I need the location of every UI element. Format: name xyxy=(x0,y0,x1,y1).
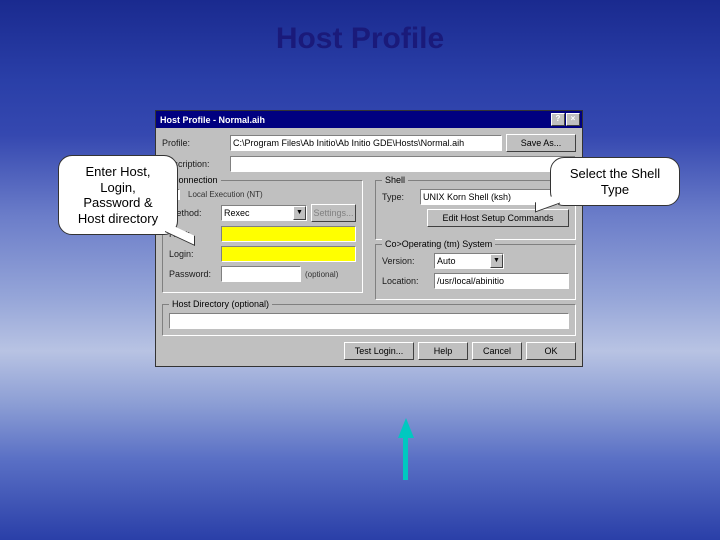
version-select[interactable]: Auto ▼ xyxy=(434,253,504,269)
save-as-button[interactable]: Save As... xyxy=(506,134,576,152)
dialog-title: Host Profile - Normal.aih xyxy=(160,115,265,125)
dialog-titlebar: Host Profile - Normal.aih ? × xyxy=(156,111,582,128)
host-directory-input[interactable] xyxy=(169,313,569,329)
profile-path: C:\Program Files\Ab Initio\Ab Initio GDE… xyxy=(230,135,502,151)
callout-right-text: Select the Shell Type xyxy=(570,166,660,197)
settings-button: Settings... xyxy=(311,204,356,222)
edit-host-setup-button[interactable]: Edit Host Setup Commands xyxy=(427,209,569,227)
host-directory-group: Host Directory (optional) xyxy=(162,304,576,336)
host-input[interactable] xyxy=(221,226,356,242)
login-label: Login: xyxy=(169,249,217,259)
type-label: Type: xyxy=(382,192,416,202)
close-icon[interactable]: × xyxy=(566,113,580,126)
help-button[interactable]: Help xyxy=(418,342,468,360)
test-login-button[interactable]: Test Login... xyxy=(344,342,414,360)
callout-right: Select the Shell Type xyxy=(550,157,680,206)
cancel-button[interactable]: Cancel xyxy=(472,342,522,360)
callout-left: Enter Host, Login, Password & Host direc… xyxy=(58,155,178,235)
help-icon[interactable]: ? xyxy=(551,113,565,126)
chevron-down-icon: ▼ xyxy=(490,254,503,268)
location-label: Location: xyxy=(382,276,430,286)
local-exec-label: Local Execution (NT) xyxy=(188,190,263,199)
password-label: Password: xyxy=(169,269,217,279)
version-label: Version: xyxy=(382,256,430,266)
host-directory-legend: Host Directory (optional) xyxy=(169,299,272,309)
profile-label: Profile: xyxy=(162,138,226,148)
location-input[interactable]: /usr/local/abinitio xyxy=(434,273,569,289)
shell-legend: Shell xyxy=(382,175,408,185)
method-select[interactable]: Rexec ▼ xyxy=(221,205,307,221)
callout-left-text: Enter Host, Login, Password & Host direc… xyxy=(78,164,158,226)
page-title: Host Profile xyxy=(276,22,444,56)
ok-button[interactable]: OK xyxy=(526,342,576,360)
password-hint: (optional) xyxy=(305,270,338,279)
login-input[interactable] xyxy=(221,246,356,262)
shell-group: Shell Type: UNIX Korn Shell (ksh) ▼ Edit… xyxy=(375,180,576,240)
chevron-down-icon: ▼ xyxy=(293,206,306,220)
coop-legend: Co>Operating (tm) System xyxy=(382,239,495,249)
description-input[interactable] xyxy=(230,156,576,172)
coop-group: Co>Operating (tm) System Version: Auto ▼… xyxy=(375,244,576,300)
password-input[interactable] xyxy=(221,266,301,282)
host-profile-dialog: Host Profile - Normal.aih ? × Profile: C… xyxy=(155,110,583,367)
